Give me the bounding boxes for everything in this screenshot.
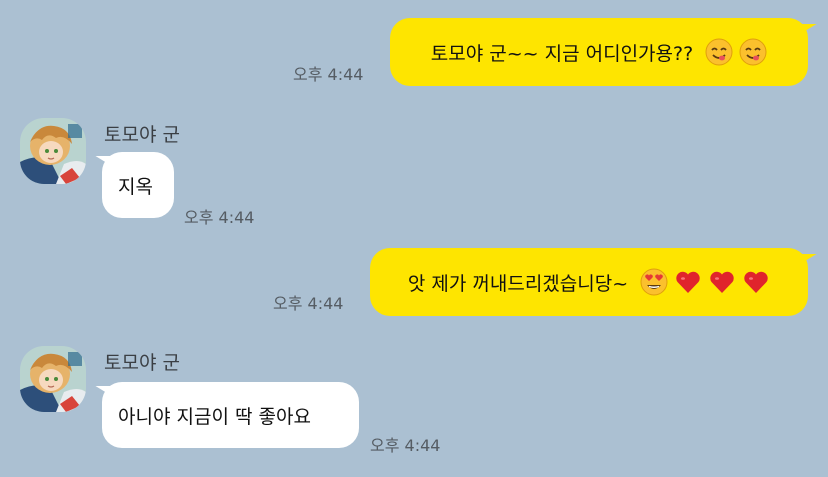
red-heart-icon [710,271,734,293]
other-message-bubble[interactable]: 지옥 [102,152,174,218]
message-time: 오후 4:44 [273,294,344,313]
my-message-bubble[interactable]: 앗 제가 꺼내드리겠습니당~ [370,248,808,316]
message-text: 앗 제가 꺼내드리겠습니당~ [407,272,629,295]
avatar-image [20,118,86,184]
avatar[interactable] [20,118,86,184]
sender-name: 토모야 군 [104,352,180,374]
smiling-face-savoring-food-icon [705,38,733,66]
message-text: 토모야 군~~ 지금 어디인가용?? [430,42,694,65]
message-text: 지옥 [118,175,153,198]
message-time: 오후 4:44 [370,436,441,455]
red-heart-icon [676,271,700,293]
other-message-bubble[interactable]: 아니야 지금이 딱 좋아요 [102,382,359,448]
red-heart-icon [744,271,768,293]
message-time: 오후 4:44 [184,208,255,227]
smiling-face-savoring-food-icon [739,38,767,66]
message-time: 오후 4:44 [293,65,364,84]
avatar-image [20,346,86,412]
avatar[interactable] [20,346,86,412]
message-text: 아니야 지금이 딱 좋아요 [118,405,311,428]
sender-name: 토모야 군 [104,124,180,146]
heart-eyes-icon [640,268,668,296]
my-message-bubble[interactable]: 토모야 군~~ 지금 어디인가용?? [390,18,808,86]
